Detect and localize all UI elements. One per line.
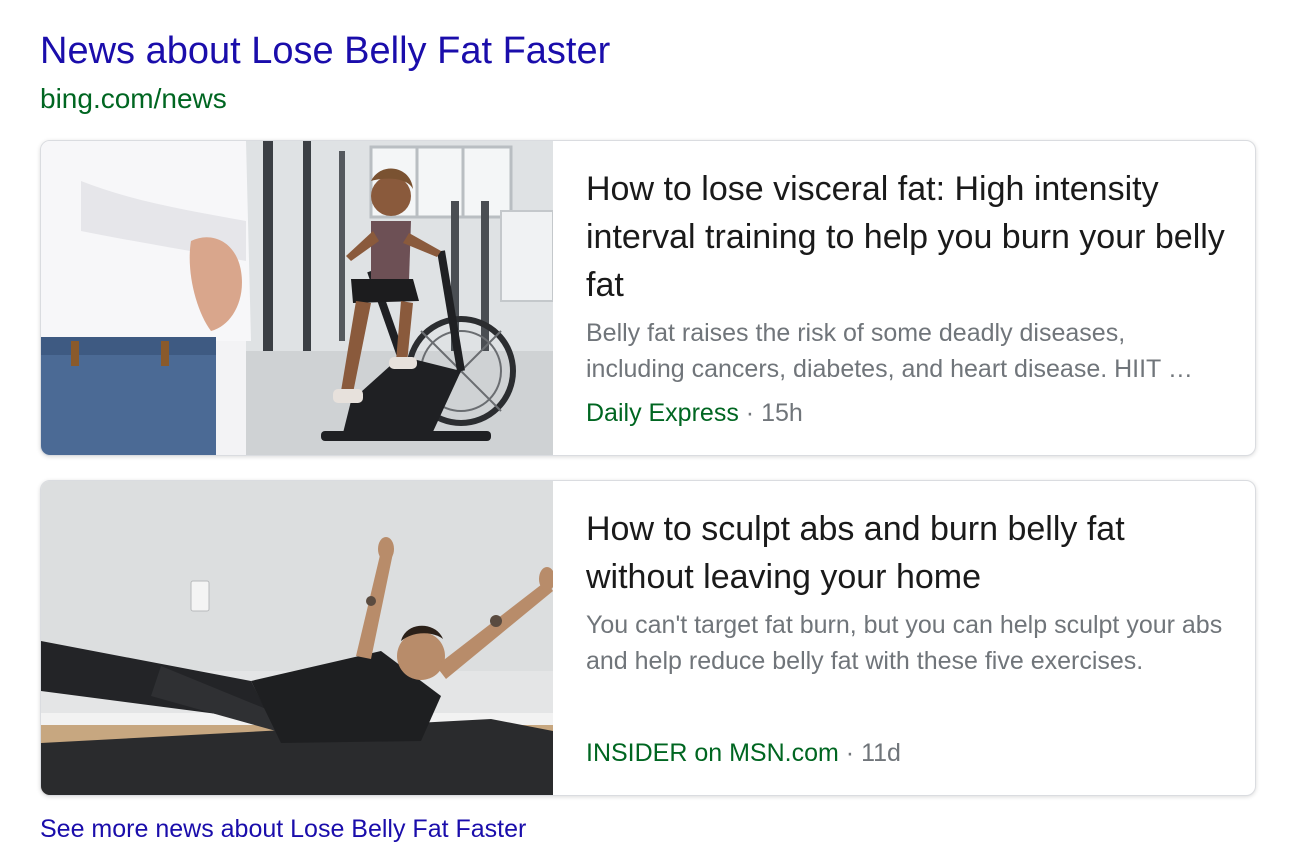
publish-age: 15h — [761, 399, 803, 427]
news-thumbnail-image[interactable] — [41, 141, 553, 455]
news-card-title[interactable]: How to sculpt abs and burn belly fat wit… — [586, 505, 1226, 601]
meta-separator: · — [845, 739, 855, 767]
news-heading-link[interactable]: News about Lose Belly Fat Faster — [40, 26, 610, 76]
see-more-news-link[interactable]: See more news about Lose Belly Fat Faste… — [40, 812, 526, 846]
news-thumbnail-image[interactable] — [41, 481, 553, 795]
news-card-title[interactable]: How to lose visceral fat: High intensity… — [586, 165, 1226, 309]
news-card[interactable]: How to lose visceral fat: High intensity… — [40, 140, 1256, 456]
news-card-snippet: Belly fat raises the risk of some deadly… — [586, 319, 1193, 383]
news-card[interactable]: How to sculpt abs and burn belly fat wit… — [40, 480, 1256, 796]
publisher-name: INSIDER on MSN.com — [586, 739, 839, 767]
meta-separator: · — [745, 399, 755, 427]
news-card-body: How to lose visceral fat: High intensity… — [586, 141, 1226, 455]
news-results-page: News about Lose Belly Fat Faster bing.co… — [0, 0, 1296, 862]
publisher-name: Daily Express — [586, 399, 739, 427]
news-card-body: How to sculpt abs and burn belly fat wit… — [586, 481, 1226, 795]
source-url: bing.com/news — [40, 83, 227, 114]
news-card-snippet: You can't target fat burn, but you can h… — [586, 611, 1223, 675]
news-card-meta: Daily Express · 15h — [586, 396, 803, 430]
publish-age: 11d — [861, 739, 901, 767]
news-card-meta: INSIDER on MSN.com · 11d — [586, 736, 901, 770]
